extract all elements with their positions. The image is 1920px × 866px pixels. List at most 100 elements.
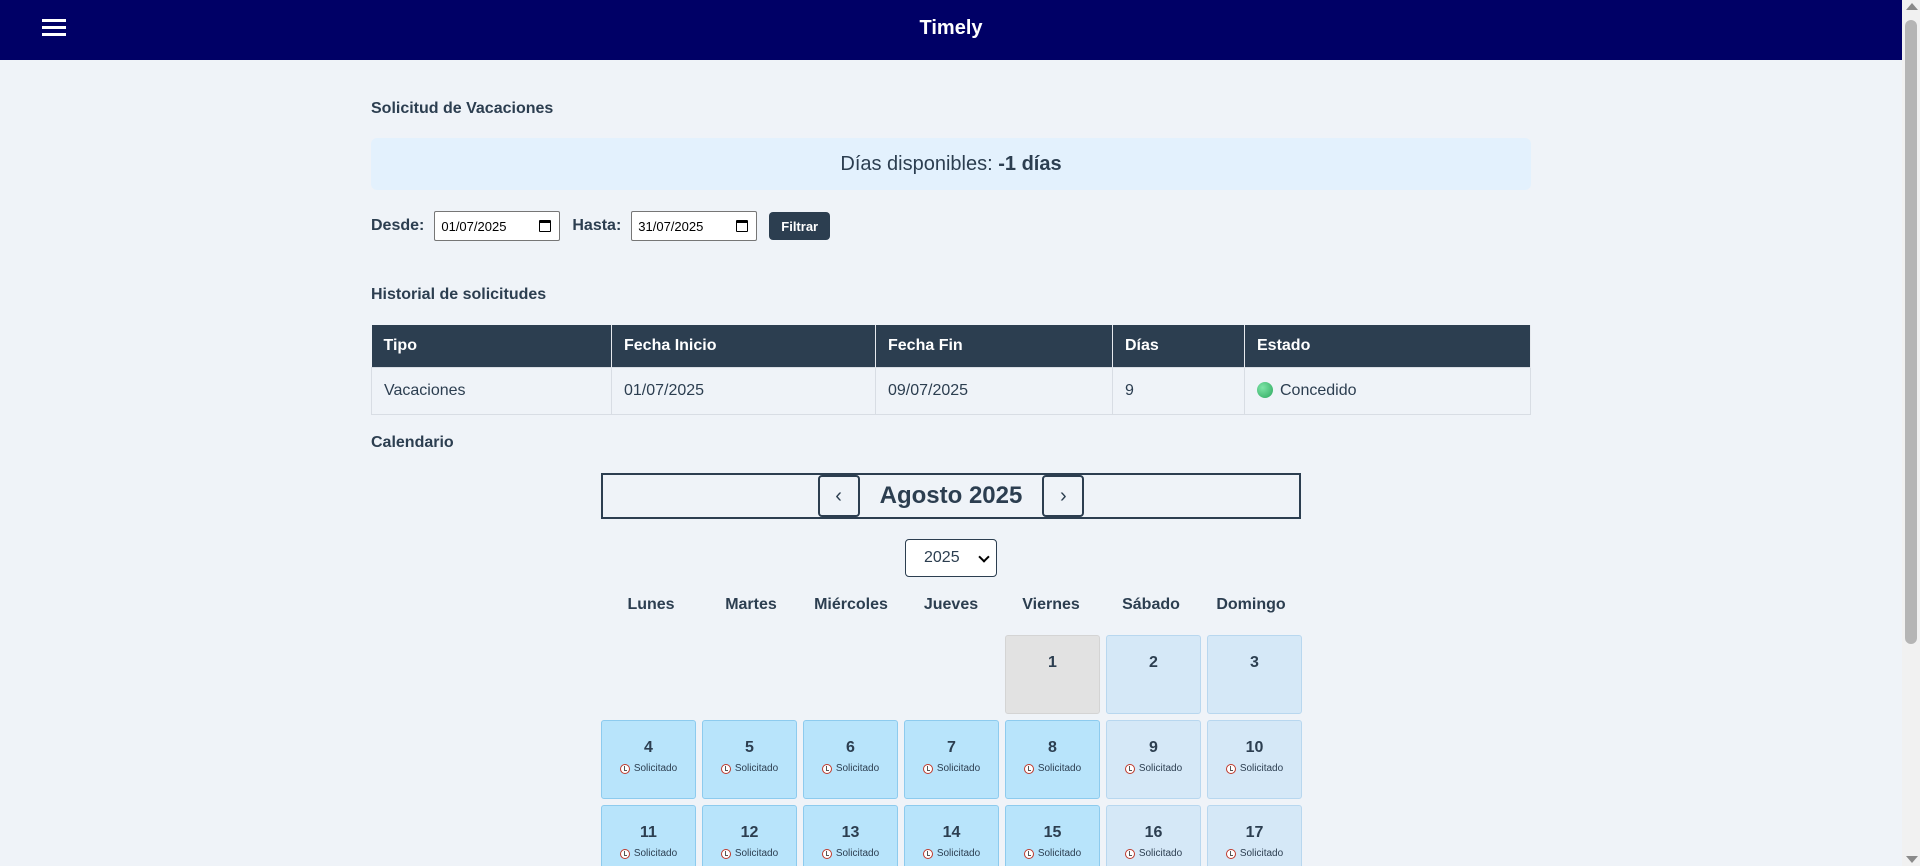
to-date-input[interactable]: 31/07/2025 [631, 211, 758, 241]
vertical-scrollbar[interactable] [1902, 0, 1920, 866]
requested-label: Solicitado [1138, 848, 1183, 859]
clock-icon [1124, 848, 1135, 859]
month-title: Agosto 2025 [879, 482, 1023, 509]
calendar-day-cell[interactable]: 7 Solicitado [904, 720, 999, 799]
weekday-label: Domingo [1216, 596, 1286, 613]
requested-label: Solicitado [633, 848, 678, 859]
calendar-day-cell[interactable]: 13 Solicitado [803, 805, 898, 866]
clock-icon [720, 848, 731, 859]
day-number: 11 [640, 824, 657, 841]
month-navigation: ‹ Agosto 2025 › [601, 473, 1301, 519]
calendar-day-cell[interactable]: 2 [1106, 635, 1201, 714]
day-number: 4 [644, 739, 653, 756]
date-filter: Desde: 01/07/2025 Hasta: 31/07/2025 Filt… [371, 210, 831, 242]
top-bar: Timely [0, 0, 1902, 60]
clock-icon [619, 763, 630, 774]
calendar-icon[interactable] [539, 220, 552, 232]
requested-tag: Solicitado [703, 848, 796, 859]
available-days-banner: Días disponibles: -1 días [371, 138, 1531, 190]
requested-label: Solicitado [734, 848, 779, 859]
calendar-day-cell[interactable]: 16 Solicitado [1106, 805, 1201, 866]
calendar-day-cell[interactable]: 17 Solicitado [1207, 805, 1302, 866]
day-number: 13 [841, 824, 860, 841]
requested-label: Solicitado [633, 763, 678, 774]
filter-button[interactable]: Filtrar [769, 212, 831, 240]
from-date-value: 01/07/2025 [441, 218, 507, 234]
calendar-icon[interactable] [736, 220, 749, 232]
history-table: Tipo Fecha Inicio Fecha Fin Días Estado … [371, 325, 1531, 415]
weekday-label: Jueves [923, 596, 979, 613]
requested-tag: Solicitado [1208, 763, 1301, 774]
calendar-day-cell[interactable]: 3 [1207, 635, 1302, 714]
calendar-day-cell[interactable]: 1 [1005, 635, 1100, 714]
day-number: 7 [947, 739, 956, 756]
from-label: Desde: [371, 217, 425, 234]
requested-label: Solicitado [835, 763, 880, 774]
scroll-thumb[interactable] [1905, 20, 1917, 644]
clock-icon [821, 763, 832, 774]
clock-icon [922, 848, 933, 859]
column-header-fecha-inicio: Fecha Inicio [611, 325, 876, 367]
cell-fecha-inicio: 01/07/2025 [611, 366, 876, 415]
app-title: Timely [919, 17, 983, 39]
day-number: 1 [1048, 654, 1057, 671]
requested-label: Solicitado [936, 763, 981, 774]
day-number: 10 [1245, 739, 1264, 756]
next-month-button[interactable]: › [1042, 475, 1085, 517]
calendar-day-cell[interactable]: 8 Solicitado [1005, 720, 1100, 799]
clock-icon [1225, 848, 1236, 859]
chevron-down-icon [978, 551, 990, 563]
clock-icon [922, 763, 933, 774]
calendar-day-cell[interactable]: 5 Solicitado [702, 720, 797, 799]
requested-tag: Solicitado [1208, 848, 1301, 859]
day-number: 17 [1245, 824, 1264, 841]
calendar-title: Calendario [371, 434, 454, 451]
scroll-down-arrow-icon[interactable] [1906, 856, 1918, 863]
cell-dias: 9 [1112, 366, 1245, 415]
available-days-value: -1 días [998, 153, 1062, 175]
requested-label: Solicitado [1239, 763, 1284, 774]
weekday-label: Lunes [627, 596, 675, 613]
requested-tag: Solicitado [1006, 763, 1099, 774]
history-title: Historial de solicitudes [371, 286, 547, 303]
clock-icon [1124, 763, 1135, 774]
day-number: 12 [740, 824, 759, 841]
day-number: 2 [1149, 654, 1158, 671]
empty-day-cell [702, 635, 797, 714]
day-number: 15 [1043, 824, 1062, 841]
empty-day-cell [601, 635, 696, 714]
clock-icon [1023, 763, 1034, 774]
previous-month-button[interactable]: ‹ [817, 475, 860, 517]
day-number: 6 [846, 739, 855, 756]
scroll-up-arrow-icon[interactable] [1906, 3, 1918, 10]
calendar-day-cell[interactable]: 9 Solicitado [1106, 720, 1201, 799]
empty-day-cell [803, 635, 898, 714]
requested-label: Solicitado [1037, 848, 1082, 859]
available-days-label: Días disponibles: [840, 153, 999, 175]
calendar-day-cell[interactable]: 6 Solicitado [803, 720, 898, 799]
requested-tag: Solicitado [602, 848, 695, 859]
from-date-input[interactable]: 01/07/2025 [434, 211, 561, 241]
requested-label: Solicitado [835, 848, 880, 859]
calendar-day-cell[interactable]: 14 Solicitado [904, 805, 999, 866]
clock-icon [1225, 763, 1236, 774]
to-label: Hasta: [572, 217, 622, 234]
clock-icon [1023, 848, 1034, 859]
day-number: 16 [1144, 824, 1163, 841]
day-number: 9 [1149, 739, 1158, 756]
weekday-label: Miércoles [814, 596, 888, 613]
to-date-value: 31/07/2025 [638, 218, 704, 234]
calendar-day-cell[interactable]: 4 Solicitado [601, 720, 696, 799]
calendar-day-cell[interactable]: 12 Solicitado [702, 805, 797, 866]
weekday-header: Lunes Martes Miércoles Jueves Viernes Sá… [601, 596, 1301, 614]
requested-tag: Solicitado [703, 763, 796, 774]
calendar-day-cell[interactable]: 11 Solicitado [601, 805, 696, 866]
year-selected-value: 2025 [924, 549, 960, 566]
calendar-day-cell[interactable]: 10 Solicitado [1207, 720, 1302, 799]
weekday-label: Martes [725, 596, 777, 613]
requested-tag: Solicitado [804, 763, 897, 774]
status-text: Concedido [1280, 381, 1357, 399]
calendar-day-cell[interactable]: 15 Solicitado [1005, 805, 1100, 866]
year-select[interactable]: 2025 [905, 539, 997, 577]
requested-label: Solicitado [936, 848, 981, 859]
